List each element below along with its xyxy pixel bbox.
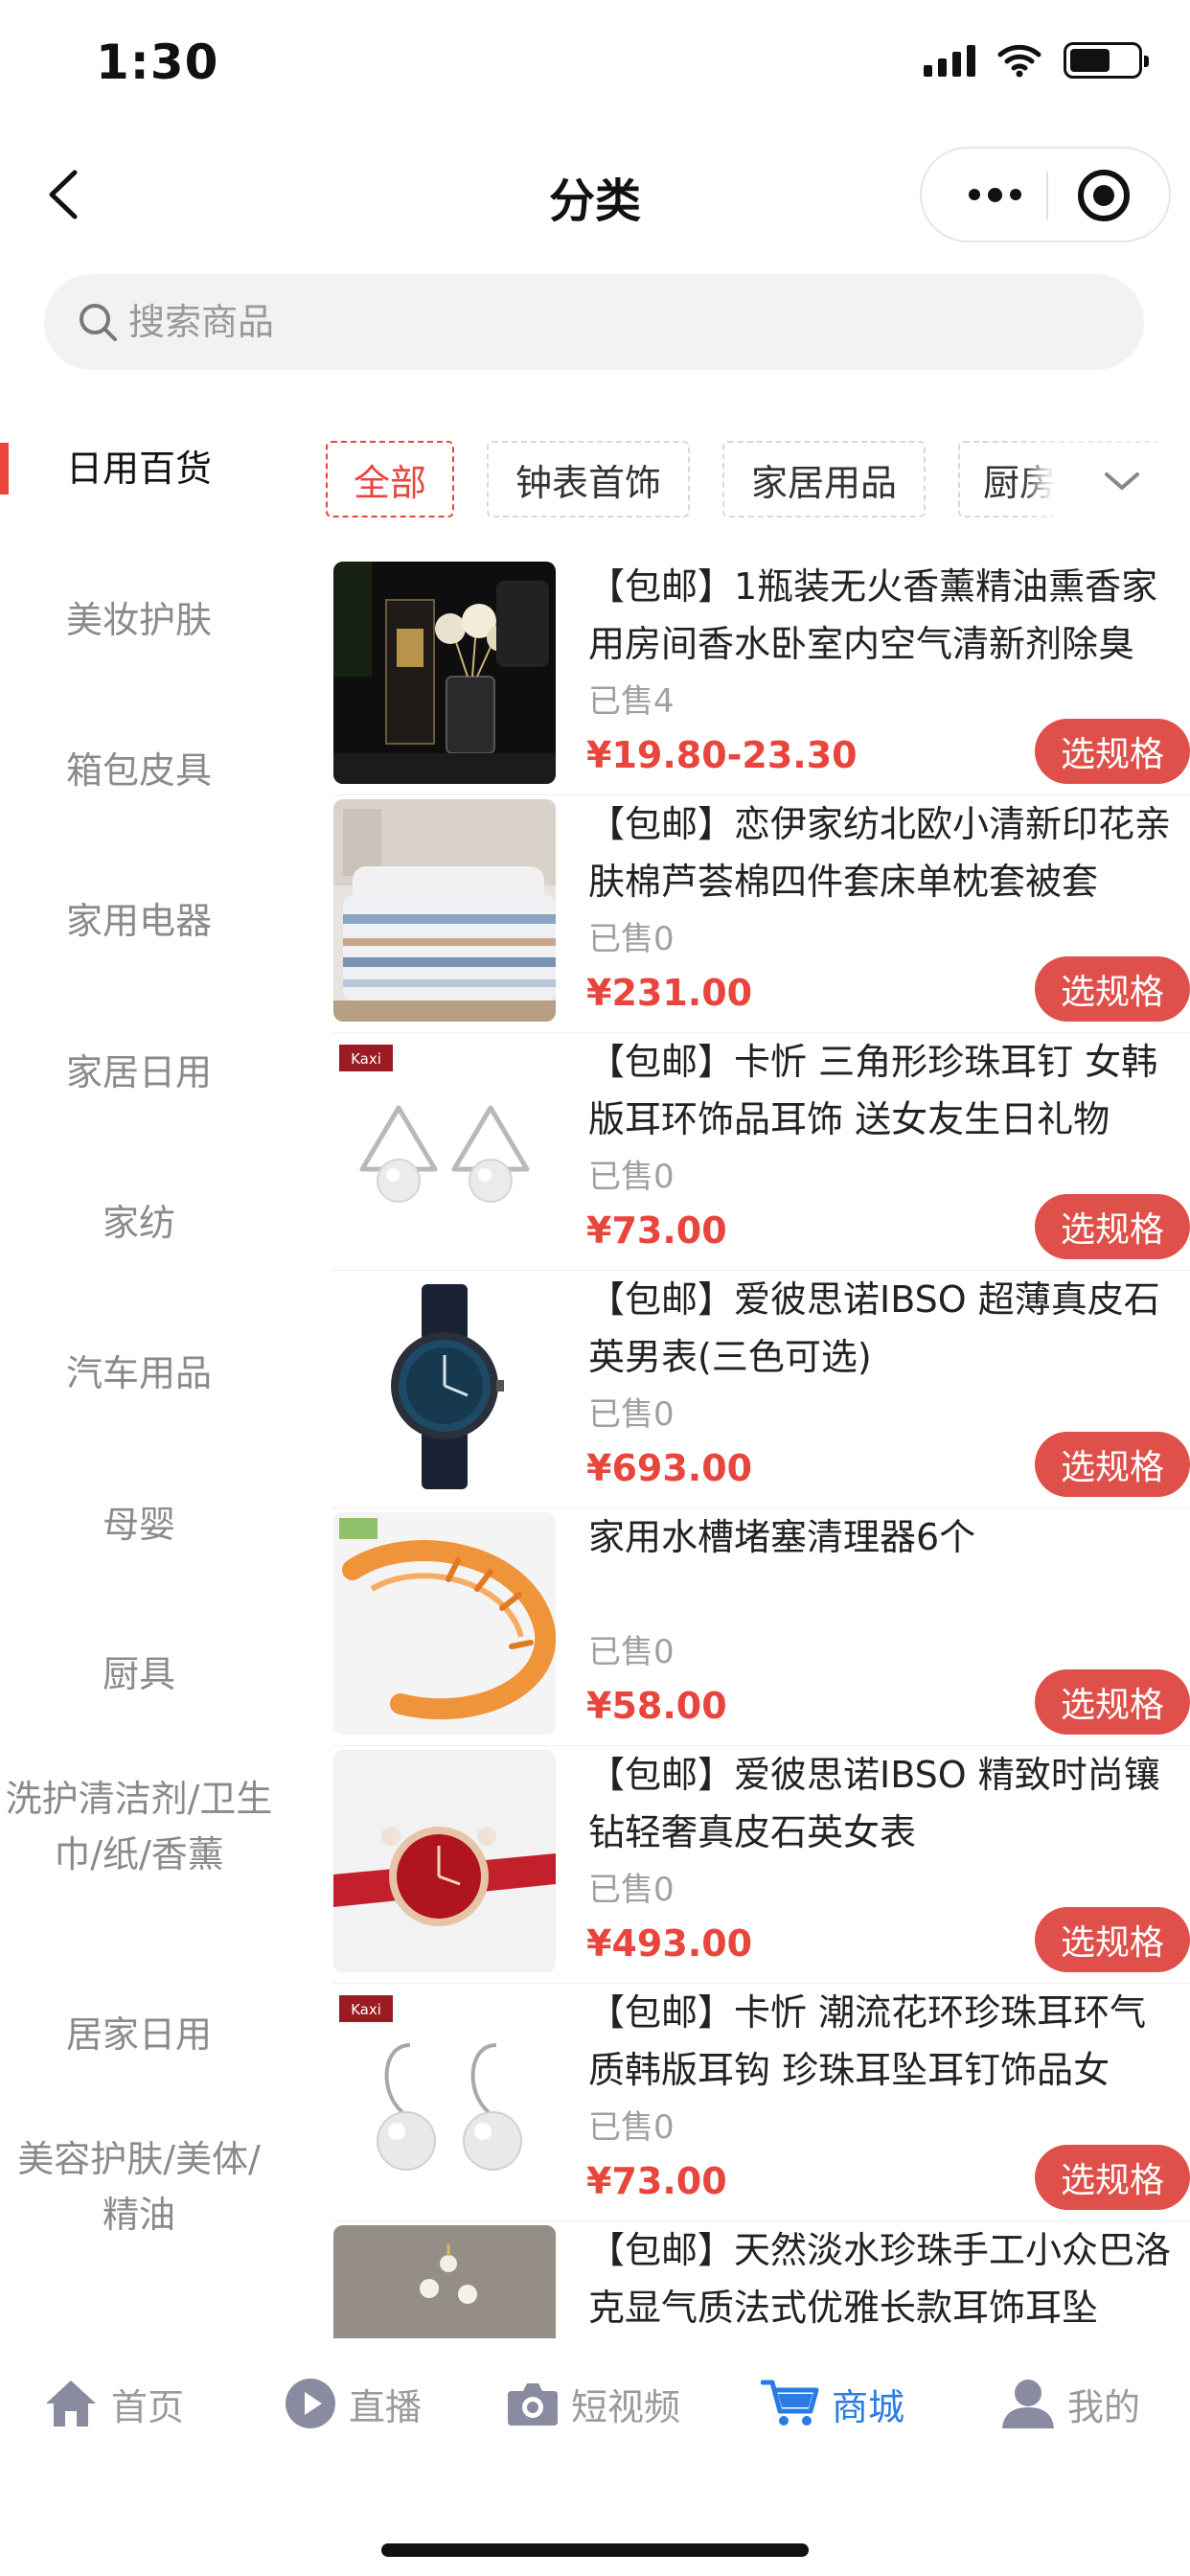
product-card[interactable]: 【包邮】爱彼思诺IBSO 精致时尚镶钻轻奢真皮石英女表 已售0 ¥493.00 … (332, 1746, 1190, 1984)
product-sold-count: 已售0 (588, 1871, 675, 1909)
product-sold-count: 已售0 (588, 1633, 675, 1671)
wifi-icon (996, 43, 1042, 78)
product-sold-count: 已售0 (588, 1395, 675, 1434)
product-card[interactable]: 【包邮】1瓶装无火香薰精油熏香家用房间香水卧室内空气清新剂除臭 已售4 ¥19.… (332, 558, 1190, 795)
capsule-divider (1046, 172, 1048, 219)
tab-mine[interactable]: 我的 (1000, 2365, 1140, 2442)
sidebar-item-mother-baby[interactable]: 母婴 (0, 1497, 278, 1552)
product-card[interactable]: 【包邮】恋伊家纺北欧小清新印花亲肤棉芦荟棉四件套床单枕套被套 已售0 ¥231.… (332, 795, 1190, 1033)
battery-icon (1064, 42, 1149, 79)
product-image: Kaxi (333, 1037, 556, 1259)
chip-all[interactable]: 全部 (326, 441, 454, 518)
chip-watches-jewelry[interactable]: 钟表首饰 (487, 441, 690, 518)
product-title: 家用水槽堵塞清理器6个 (588, 1516, 976, 1558)
user-icon (1002, 2380, 1054, 2428)
select-spec-button[interactable]: 选规格 (1035, 956, 1190, 1022)
product-image (333, 799, 556, 1022)
camera-icon (508, 2383, 558, 2426)
brand-logo: Kaxi (351, 2001, 381, 2018)
sidebar-item-textiles[interactable]: 家纺 (0, 1195, 278, 1251)
sidebar-item-household[interactable]: 居家日用 (0, 2007, 278, 2062)
tab-label: 短视频 (571, 2385, 681, 2428)
brand-logo: Kaxi (351, 1050, 381, 1068)
sidebar-item-kitchenware[interactable]: 厨具 (0, 1646, 278, 1702)
product-image: Kaxi (333, 1988, 556, 2210)
product-card[interactable]: 【包邮】天然淡水珍珠手工小众巴洛克显气质法式优雅长款耳饰耳坠 (332, 2221, 1190, 2338)
select-spec-button[interactable]: 选规格 (1035, 2145, 1190, 2210)
product-price: ¥693.00 (586, 1447, 753, 1489)
tab-mall[interactable]: 商城 (761, 2365, 904, 2442)
product-price: ¥73.00 (586, 2160, 727, 2202)
product-sold-count: 已售4 (588, 682, 675, 721)
product-card[interactable]: 【包邮】爱彼思诺IBSO 超薄真皮石英男表(三色可选) 已售0 ¥693.00 … (332, 1271, 1190, 1508)
tab-label: 商城 (832, 2385, 905, 2428)
product-title: 【包邮】天然淡水珍珠手工小众巴洛克显气质法式优雅长款耳饰耳坠 (588, 2229, 1172, 2329)
sidebar-item-appliances[interactable]: 家用电器 (0, 893, 278, 949)
product-image (333, 1275, 556, 1497)
product-price: ¥19.80-23.30 (586, 734, 858, 776)
product-title: 【包邮】1瓶装无火香薰精油熏香家用房间香水卧室内空气清新剂除臭 (588, 565, 1158, 665)
sidebar-item-beauty-skincare[interactable]: 美妆护肤 (0, 592, 278, 648)
search-icon (80, 304, 117, 341)
tab-short-video[interactable]: 短视频 (506, 2365, 680, 2442)
product-title: 【包邮】爱彼思诺IBSO 精致时尚镶钻轻奢真皮石英女表 (588, 1754, 1160, 1853)
close-target-icon[interactable] (1078, 170, 1130, 221)
signal-icon (924, 44, 975, 77)
product-title: 【包邮】爱彼思诺IBSO 超薄真皮石英男表(三色可选) (588, 1278, 1160, 1378)
tab-label: 直播 (349, 2385, 423, 2428)
more-icon[interactable] (956, 149, 1033, 241)
home-indicator (381, 2543, 809, 2557)
product-card[interactable]: Kaxi 【包邮】卡忻 三角形珍珠耳钉 女韩版耳环饰品耳饰 送女友生日礼物 已售… (332, 1033, 1190, 1271)
tab-home[interactable]: 首页 (42, 2365, 184, 2442)
chip-home-goods[interactable]: 家居用品 (722, 441, 926, 518)
product-image (333, 1512, 556, 1735)
status-time: 1:30 (96, 34, 219, 90)
product-sold-count: 已售0 (588, 920, 675, 958)
product-sold-count: 已售0 (588, 2108, 675, 2147)
product-image (333, 1750, 556, 1972)
sidebar-item-body-care[interactable]: 美容护肤/美体/精油 (0, 2131, 278, 2242)
miniprogram-capsule (920, 147, 1171, 242)
bottom-tab-bar: 首页 直播 短视频 商城 我的 (0, 2338, 1190, 2576)
product-card[interactable]: Kaxi 【包邮】卡忻 潮流花环珍珠耳环气质韩版耳钩 珍珠耳坠耳钉饰品女 已售0… (332, 1984, 1190, 2221)
product-sold-count: 已售0 (588, 1158, 675, 1196)
status-bar: 1:30 (0, 0, 1190, 125)
product-price: ¥493.00 (586, 1922, 753, 1965)
select-spec-button[interactable]: 选规格 (1035, 1432, 1190, 1497)
product-title: 【包邮】恋伊家纺北欧小清新印花亲肤棉芦荟棉四件套床单枕套被套 (588, 803, 1172, 903)
select-spec-button[interactable]: 选规格 (1035, 719, 1190, 784)
search-bar[interactable] (44, 274, 1144, 370)
tab-label: 我的 (1067, 2385, 1141, 2428)
select-spec-button[interactable]: 选规格 (1035, 1669, 1190, 1735)
select-spec-button[interactable]: 选规格 (1035, 1194, 1190, 1259)
tab-live[interactable]: 直播 (284, 2365, 422, 2442)
product-image (333, 562, 556, 784)
select-spec-button[interactable]: 选规格 (1035, 1907, 1190, 1972)
product-title: 【包邮】卡忻 三角形珍珠耳钉 女韩版耳环饰品耳饰 送女友生日礼物 (588, 1041, 1158, 1140)
sidebar-item-auto-supplies[interactable]: 汽车用品 (0, 1346, 278, 1401)
chevron-down-icon (1105, 472, 1139, 490)
expand-chips-button[interactable] (1054, 443, 1190, 519)
product-price: ¥73.00 (586, 1209, 727, 1252)
play-icon (286, 2379, 335, 2428)
product-price: ¥58.00 (586, 1685, 727, 1727)
status-icons (924, 42, 1149, 79)
product-title: 【包邮】卡忻 潮流花环珍珠耳环气质韩版耳钩 珍珠耳坠耳钉饰品女 (588, 1991, 1147, 2091)
sidebar-item-cleaning-care[interactable]: 洗护清洁剂/卫生巾/纸/香薰 (0, 1771, 278, 1882)
product-price: ¥231.00 (586, 972, 753, 1014)
nav-bar: 分类 (0, 134, 1190, 255)
product-card[interactable]: 家用水槽堵塞清理器6个 已售0 ¥58.00 选规格 (332, 1508, 1190, 1746)
product-list: 【包邮】1瓶装无火香薰精油熏香家用房间香水卧室内空气清新剂除臭 已售4 ¥19.… (332, 558, 1190, 2338)
search-input[interactable] (128, 301, 991, 343)
sidebar-item-home-daily[interactable]: 家居日用 (0, 1045, 278, 1100)
product-image (333, 2225, 556, 2338)
category-sidebar: 日用百货 美妆护肤 箱包皮具 家用电器 家居日用 家纺 汽车用品 母婴 厨具 洗… (0, 395, 278, 2340)
sidebar-item-bags-leather[interactable]: 箱包皮具 (0, 743, 278, 798)
tab-label: 首页 (111, 2385, 185, 2428)
sidebar-item-daily-goods[interactable]: 日用百货 (0, 441, 278, 496)
home-icon (46, 2380, 96, 2426)
cart-icon (761, 2380, 819, 2426)
